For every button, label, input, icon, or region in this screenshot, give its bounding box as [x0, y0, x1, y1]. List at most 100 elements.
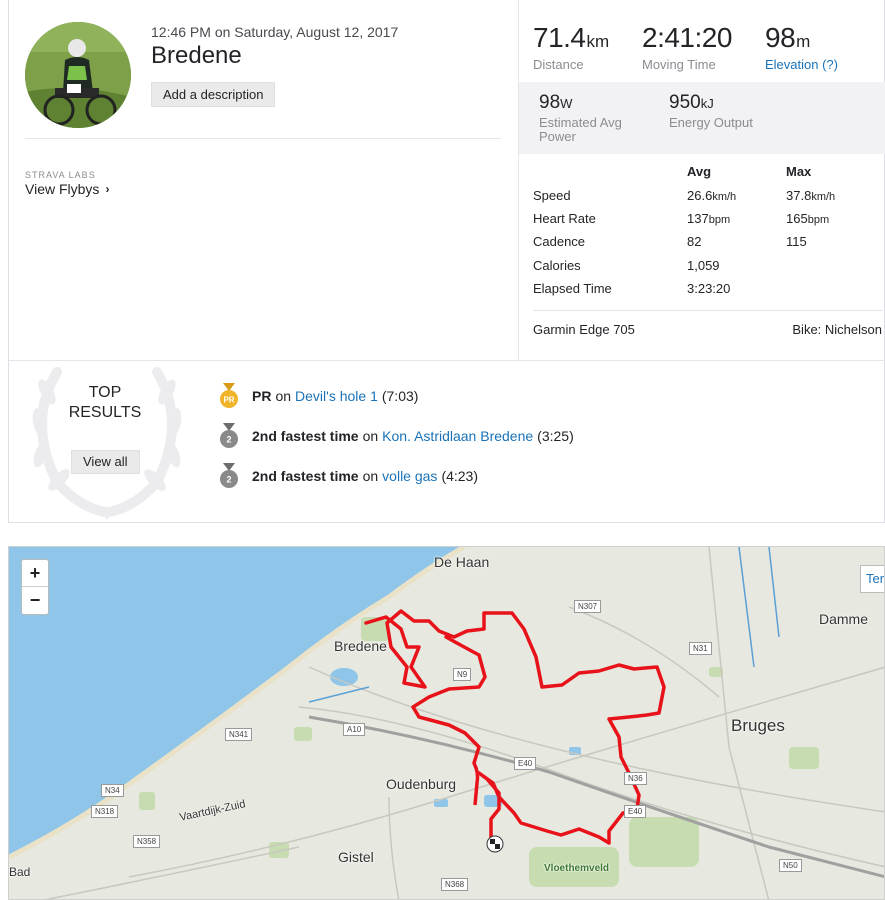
power-label: Estimated Avg Power	[539, 115, 622, 144]
energy-value: 950	[669, 92, 701, 113]
achievement-label: 2nd fastest time	[252, 468, 359, 484]
road-shield: N358	[133, 835, 161, 848]
divider	[533, 310, 883, 311]
avg-header: Avg	[687, 164, 712, 179]
stats-panel: 71.4km Distance 2:41:20 Moving Time 98m …	[518, 0, 885, 360]
map-label: Gistel	[338, 849, 374, 865]
device-name: Garmin Edge 705	[533, 322, 635, 337]
road-shield: A10	[343, 723, 366, 736]
table-row: Speed 26.6km/h 37.8km/h	[533, 188, 883, 211]
divider	[9, 360, 885, 361]
segment-time: (7:03)	[381, 388, 419, 404]
row-max: 115	[786, 234, 807, 250]
segment-time: (4:23)	[441, 468, 479, 484]
road-shield: N341	[225, 728, 253, 741]
activity-timestamp: 12:46 PM on Saturday, August 12, 2017	[151, 24, 399, 40]
row-avg: 137bpm	[687, 211, 731, 227]
road-shield: N50	[779, 859, 802, 872]
road-shield: N34	[101, 784, 124, 797]
row-avg: 3:23:20	[687, 280, 731, 296]
zoom-control: + −	[21, 559, 49, 615]
road-shield: E40	[624, 805, 647, 818]
map-label: Bredene	[334, 638, 387, 654]
row-max: 37.8km/h	[786, 188, 836, 203]
pr-medal-icon: PR	[220, 383, 238, 408]
row-max: 165bpm	[786, 211, 830, 227]
zoom-in-button[interactable]: +	[22, 560, 48, 587]
table-row: Elapsed Time 3:23:20	[533, 281, 883, 304]
elevation-unit: m	[796, 32, 811, 51]
road-shield: N307	[574, 600, 602, 613]
chevron-right-icon: ›	[105, 182, 110, 196]
distance-value: 71.4	[533, 22, 586, 53]
route-map[interactable]: De Haan Bredene Damme Bruges Oudenburg G…	[8, 546, 885, 900]
row-label: Elapsed Time	[533, 280, 612, 296]
bike-name[interactable]: Bike: Nichelson	[792, 322, 882, 337]
distance-stat: 71.4km Distance	[533, 22, 609, 72]
road-shield: E40	[514, 757, 537, 770]
on-label: on	[362, 428, 379, 444]
activity-card: 12:46 PM on Saturday, August 12, 2017 Br…	[8, 0, 885, 523]
energy-stat: 950kJ Energy Output	[669, 92, 753, 130]
zoom-out-button[interactable]: −	[22, 587, 48, 614]
table-row: Cadence 82 115	[533, 234, 883, 257]
map-label: De Haan	[434, 554, 490, 570]
stats-table-header: Avg Max	[533, 164, 883, 188]
flybys-label: View Flybys	[25, 181, 100, 197]
road-shield: N368	[441, 878, 469, 891]
svg-text:PR: PR	[223, 396, 234, 405]
energy-label: Energy Output	[669, 115, 753, 130]
distance-label: Distance	[533, 57, 584, 72]
athlete-avatar[interactable]	[25, 22, 131, 128]
add-description-button[interactable]: Add a description	[151, 82, 276, 107]
achievement-label: 2nd fastest time	[252, 428, 359, 444]
road-shield: N318	[91, 805, 119, 818]
silver-medal-icon: 2	[220, 423, 238, 448]
table-row: Calories 1,059	[533, 258, 883, 281]
road-shield: N31	[689, 642, 712, 655]
elevation-help-link[interactable]: Elevation (?)	[765, 57, 838, 72]
svg-text:2: 2	[226, 475, 231, 485]
max-header: Max	[786, 164, 812, 179]
elevation-value: 98	[765, 22, 796, 53]
moving-time-stat: 2:41:20 Moving Time	[642, 22, 732, 72]
row-avg: 1,059	[687, 257, 720, 273]
row-avg: 26.6km/h	[687, 188, 737, 203]
row-avg: 82	[687, 234, 702, 250]
row-label: Speed	[533, 188, 571, 203]
view-all-button[interactable]: View all	[71, 450, 140, 474]
view-flybys-link[interactable]: View Flybys ›	[25, 181, 109, 197]
map-label: Vloethemveld	[544, 863, 610, 874]
segment-time: (3:25)	[537, 428, 574, 444]
row-label: Calories	[533, 257, 581, 273]
achievement-label: PR	[252, 388, 272, 404]
divider	[25, 138, 501, 139]
map-label: Bruges	[731, 716, 785, 735]
on-label: on	[275, 388, 292, 404]
achievement-item: 2 2nd fastest time on volle gas (4:23)	[219, 463, 478, 489]
moving-time-label: Moving Time	[642, 57, 716, 72]
segment-link[interactable]: Devil's hole 1	[295, 388, 378, 404]
map-label: Oudenburg	[386, 776, 457, 792]
distance-unit: km	[586, 32, 610, 51]
map-label: Bad	[9, 865, 31, 879]
map-label: Damme	[819, 611, 869, 627]
activity-title[interactable]: Bredene	[151, 42, 242, 70]
segment-link[interactable]: Kon. Astridlaan Bredene	[382, 428, 533, 444]
table-row: Heart Rate 137bpm 165bpm	[533, 211, 883, 234]
top-results-title: TOP RESULTS	[68, 384, 142, 421]
power-value: 98	[539, 92, 561, 113]
strava-labs-label: STRAVA LABS	[25, 170, 96, 180]
road-shield: N36	[624, 772, 647, 785]
row-label: Heart Rate	[533, 211, 596, 227]
power-unit: W	[560, 96, 573, 111]
svg-text:2: 2	[226, 435, 231, 445]
achievement-item: 2 2nd fastest time on Kon. Astridlaan Br…	[219, 423, 574, 449]
terrain-toggle-button[interactable]: Terr	[860, 565, 884, 593]
silver-medal-icon: 2	[220, 463, 238, 488]
elevation-stat: 98m Elevation (?)	[765, 22, 838, 72]
row-label: Cadence	[533, 234, 586, 250]
power-stat: 98W Estimated Avg Power	[539, 92, 639, 144]
finish-flag-icon	[486, 835, 504, 853]
segment-link[interactable]: volle gas	[382, 468, 437, 484]
